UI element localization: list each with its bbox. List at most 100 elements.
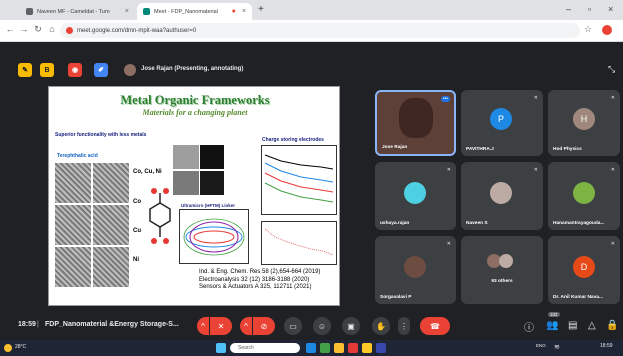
mic-off-icon: ✕ [446, 241, 451, 247]
reload-icon[interactable]: ↻ [32, 24, 44, 35]
star-icon[interactable]: ☆ [582, 24, 594, 35]
close-tab-icon[interactable]: × [242, 8, 246, 15]
emoji-icon[interactable]: ☺ [313, 317, 331, 335]
home-icon[interactable]: ⌂ [46, 24, 58, 34]
weather-temp: 28°C [15, 344, 27, 350]
host-controls-icon[interactable]: 🔒 [606, 320, 618, 331]
others-tile[interactable]: 93 others [461, 236, 543, 304]
avatar [499, 254, 513, 268]
people-icon[interactable]: 👥 [546, 320, 558, 331]
presented-slide: Metal Organic Frameworks Materials for a… [48, 86, 340, 306]
language-indicator: ENG [536, 343, 546, 348]
avatar: H [573, 108, 595, 130]
folder-icon[interactable] [334, 343, 344, 353]
forward-icon[interactable]: → [18, 24, 30, 34]
reference-line: Sensors & Actuators A 325, 112711 (2021) [199, 284, 312, 290]
info-icon[interactable]: ⓘ [524, 319, 534, 334]
raise-hand-icon[interactable]: ✋ [372, 317, 390, 335]
presenter-avatar [124, 64, 136, 76]
sem-image [55, 247, 91, 287]
camera-options-icon[interactable]: ^ [240, 317, 252, 335]
participant-tile-jose[interactable]: ••• Jose Rajan [375, 90, 456, 156]
sem-image [55, 163, 91, 203]
tab-label: Naveen MF - Cameldat - Turn [37, 8, 110, 15]
chrome-icon[interactable] [362, 343, 372, 353]
participant-tile[interactable]: ✕ Sorgavalavi P [375, 236, 456, 304]
back-icon[interactable]: ← [4, 24, 16, 34]
mic-off-button[interactable]: ✕ [210, 317, 232, 335]
close-window-button[interactable]: × [608, 4, 613, 14]
cv-plot [179, 209, 249, 264]
mic-off-icon: ✕ [533, 167, 538, 173]
record-icon[interactable]: ◉ [68, 63, 82, 77]
sem-image [93, 247, 129, 287]
restore-button[interactable]: ▫ [588, 4, 591, 14]
stability-chart [261, 221, 337, 265]
captions-icon[interactable]: ▭ [284, 317, 302, 335]
present-icon[interactable]: ▣ [342, 317, 360, 335]
avatar: P [490, 108, 512, 130]
participant-tile[interactable]: ✕ P PAVITHRA.J [461, 90, 543, 156]
windows-start-icon[interactable] [216, 343, 226, 353]
participant-name: PAVITHRA.J [466, 147, 494, 152]
molecule-structure [149, 188, 171, 244]
slide-left-heading: Superior functionality with less metals [55, 132, 147, 138]
mic-options-icon[interactable]: ^ [197, 317, 209, 335]
speaking-icon: ••• [440, 96, 450, 102]
meeting-time: 18:59 [18, 321, 36, 328]
tem-image [173, 171, 199, 195]
collapse-icon[interactable]: ⤡ [608, 64, 615, 75]
site-info-icon[interactable] [66, 27, 73, 34]
tab-naveen[interactable]: Naveen MF - Cameldat - Turn × [20, 3, 135, 20]
metal-label: Co [133, 199, 141, 205]
page-icon [26, 8, 33, 15]
activities-icon[interactable]: △ [588, 320, 596, 331]
app-icon[interactable] [320, 343, 330, 353]
tab-meet[interactable]: Meet - FDP_Nanomaterial ● × [137, 3, 252, 20]
url-text: meet.google.com/dmn-mpit-waa?authuser=0 [77, 27, 197, 34]
meet-icon [143, 8, 150, 15]
sem-image [93, 163, 129, 203]
participant-tile[interactable]: ✕ Naveen S [461, 162, 543, 230]
more-options-icon[interactable]: ⋮ [398, 317, 410, 335]
mic-off-icon: ✕ [446, 167, 451, 173]
avatar: D [573, 256, 595, 278]
annotate-pen-icon[interactable]: ✎ [18, 63, 32, 77]
participant-tile[interactable]: ✕ ushaya.rajan [375, 162, 456, 230]
recording-icon: ● [231, 8, 236, 15]
chat-icon[interactable]: ▤ [568, 320, 577, 331]
taskbar-search[interactable]: Search [230, 343, 300, 353]
address-bar-row: ← → ↻ ⌂ meet.google.com/dmn-mpit-waa?aut… [0, 20, 623, 42]
url-field[interactable]: meet.google.com/dmn-mpit-waa?authuser=0 [60, 23, 580, 38]
search-placeholder: Search [238, 345, 254, 351]
participant-name: Hanamantrayagouda... [553, 221, 605, 226]
metal-label: Ni [133, 257, 139, 263]
new-tab-button[interactable]: + [258, 4, 264, 15]
camera-off-button[interactable]: ⊘ [253, 317, 275, 335]
leave-call-button[interactable]: ☎ [420, 317, 450, 335]
wifi-icon[interactable]: ≋ [554, 343, 560, 351]
app-icon[interactable] [376, 343, 386, 353]
os-taskbar: 28°C Search ENG ≋ 18:59 [0, 340, 623, 356]
minimize-button[interactable]: – [566, 4, 571, 14]
mic-off-icon: ✕ [610, 95, 615, 101]
sem-image [55, 205, 91, 245]
participant-video [399, 98, 433, 138]
tem-image [173, 145, 199, 169]
app-icon[interactable] [306, 343, 316, 353]
participant-tile[interactable]: ✕ H Hod Physics [548, 90, 620, 156]
weather-icon[interactable] [4, 344, 12, 352]
edit-icon[interactable]: ✐ [94, 63, 108, 77]
slide-references: Ind. & Eng. Chem. Res 58 (2),654-664 (20… [199, 269, 320, 292]
reference-line: Ind. & Eng. Chem. Res 58 (2),654-664 (20… [199, 269, 321, 275]
annotate-text-icon[interactable]: B [40, 63, 54, 77]
close-tab-icon[interactable]: × [125, 8, 129, 15]
participant-tile[interactable]: ✕ D Dr. Anil Kumar Nava... [548, 236, 620, 304]
diffraction-image [200, 171, 224, 195]
app-icon[interactable] [348, 343, 358, 353]
participant-count-badge: 102 [548, 312, 560, 317]
profile-avatar[interactable] [602, 25, 612, 35]
presenter-label: Jose Rajan (Presenting, annotating) [141, 66, 244, 72]
avatar [490, 182, 512, 204]
participant-tile[interactable]: ✕ Hanamantrayagouda... [548, 162, 620, 230]
